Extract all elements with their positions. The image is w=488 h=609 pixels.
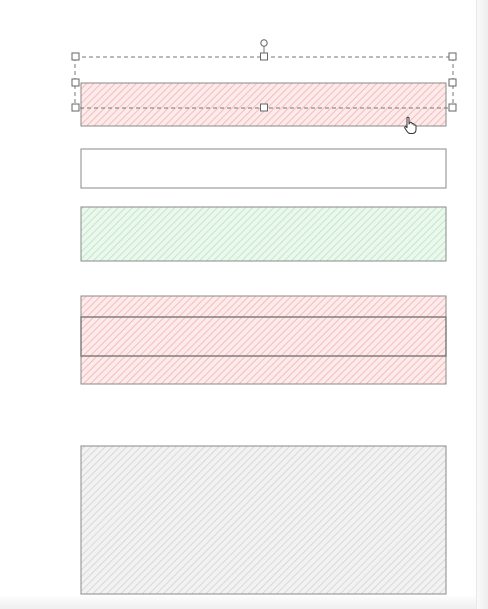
resize-handle-bottom-right[interactable] (448, 103, 457, 112)
shape-red-hatched-overlap-inner[interactable] (80, 316, 447, 357)
resize-handle-bottom-center[interactable] (260, 103, 268, 112)
shape-gray-hatched[interactable] (80, 445, 447, 595)
shape-empty-outline[interactable] (80, 148, 447, 189)
shape-green-hatched[interactable] (80, 206, 447, 262)
canvas-bottom-edge (0, 596, 476, 609)
resize-handle-top-left[interactable] (71, 52, 80, 61)
drawing-canvas[interactable] (0, 0, 488, 609)
resize-handle-middle-right[interactable] (448, 78, 457, 87)
rotation-handle[interactable] (260, 39, 268, 47)
resize-handle-top-right[interactable] (448, 52, 457, 61)
resize-handle-top-center[interactable] (260, 52, 268, 61)
canvas-right-edge (476, 0, 488, 609)
resize-handle-middle-left[interactable] (71, 78, 80, 87)
resize-handle-bottom-left[interactable] (71, 103, 80, 112)
